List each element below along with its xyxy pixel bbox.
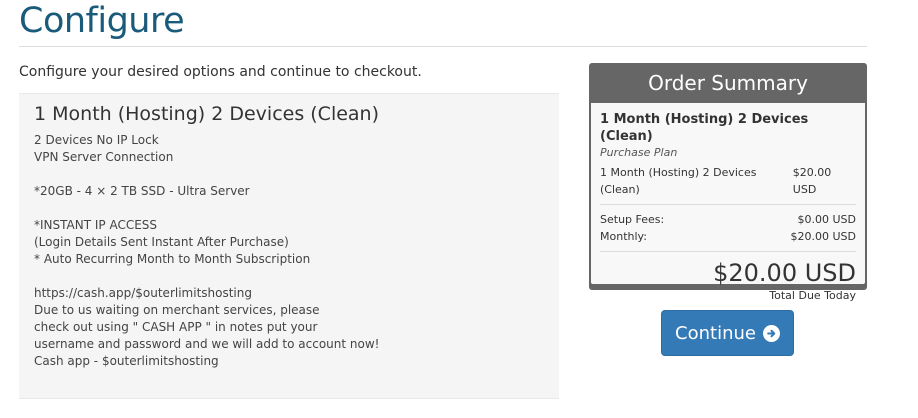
summary-divider bbox=[600, 204, 856, 205]
line-item-label: 1 Month (Hosting) 2 Devices (Clean) bbox=[600, 166, 757, 196]
summary-line-item: 1 Month (Hosting) 2 Devices (Clean) $20.… bbox=[600, 164, 856, 198]
continue-button[interactable]: Continue bbox=[661, 310, 794, 356]
intro-text: Configure your desired options and conti… bbox=[19, 64, 422, 80]
summary-product-name: 1 Month (Hosting) 2 Devices (Clean) bbox=[600, 112, 809, 144]
monthly-amount: $20.00 USD bbox=[790, 230, 857, 243]
setup-fees-label: Setup Fees: bbox=[600, 213, 665, 226]
summary-divider bbox=[600, 251, 856, 252]
description-line bbox=[34, 200, 544, 217]
monthly-label: Monthly: bbox=[600, 230, 647, 243]
description-line: (Login Details Sent Instant After Purcha… bbox=[34, 235, 289, 249]
order-summary-body: 1 Month (Hosting) 2 Devices (Clean) Purc… bbox=[591, 103, 865, 302]
description-line: VPN Server Connection bbox=[34, 150, 174, 164]
title-divider bbox=[19, 46, 867, 47]
product-info-panel: 1 Month (Hosting) 2 Devices (Clean) 2 De… bbox=[19, 93, 559, 399]
description-line: *INSTANT IP ACCESS bbox=[34, 218, 158, 232]
summary-product-group: Purchase Plan bbox=[600, 146, 678, 159]
description-line: https://cash.app/$outerlimitshosting bbox=[34, 286, 252, 300]
product-description: 2 Devices No IP Lock VPN Server Connecti… bbox=[34, 132, 544, 370]
continue-button-label: Continue bbox=[675, 322, 756, 344]
order-summary-heading: Order Summary bbox=[648, 71, 808, 95]
description-line: *20GB - 4 × 2 TB SSD - Ultra Server bbox=[34, 184, 250, 198]
line-item-amount: $20.00 USD bbox=[792, 166, 832, 196]
page-title: Configure bbox=[19, 1, 185, 41]
setup-fees-amount: $0.00 USD bbox=[797, 213, 857, 226]
description-line bbox=[34, 268, 544, 285]
description-line bbox=[34, 166, 544, 183]
description-line: Cash app - $outerlimitshosting bbox=[34, 354, 219, 368]
description-line: * Auto Recurring Month to Month Subscrip… bbox=[34, 252, 311, 266]
description-line: 2 Devices No IP Lock bbox=[34, 133, 159, 147]
order-summary: Order Summary 1 Month (Hosting) 2 Device… bbox=[589, 63, 867, 302]
product-name: 1 Month (Hosting) 2 Devices (Clean) bbox=[34, 103, 380, 125]
monthly-row: Monthly: $20.00 USD bbox=[600, 228, 856, 245]
total-due-amount: $20.00 USD bbox=[713, 259, 856, 287]
setup-fees-row: Setup Fees: $0.00 USD bbox=[600, 211, 856, 228]
description-line: username and password and we will add to… bbox=[34, 337, 380, 351]
total-due-label: Total Due Today bbox=[769, 289, 856, 302]
description-line: check out using " CASH APP " in notes pu… bbox=[34, 320, 318, 334]
description-line: Due to us waiting on merchant services, … bbox=[34, 303, 320, 317]
arrow-circle-right-icon bbox=[762, 324, 780, 342]
